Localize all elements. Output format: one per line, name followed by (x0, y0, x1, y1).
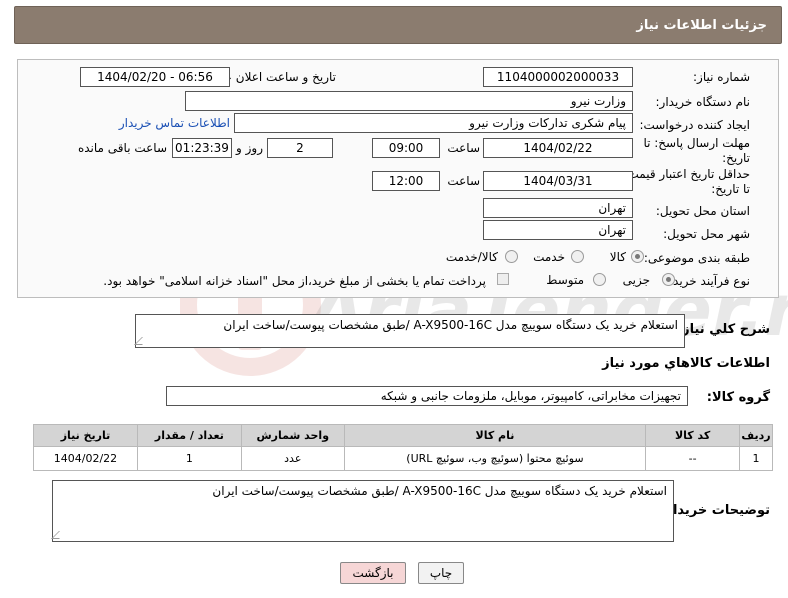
process-minor-label: جزیی (622, 273, 650, 287)
remaining-time-label: ساعت باقی مانده (77, 141, 167, 155)
buyer-org-field: وزارت نیرو (185, 91, 633, 111)
page-title: جزئیات اطلاعات نیاز (636, 18, 767, 33)
province-label: استان محل تحویل: (655, 204, 750, 218)
page-header: جزئیات اطلاعات نیاز (14, 6, 782, 44)
validity-date-field: 1404/03/31 (483, 171, 633, 191)
process-type-label: نوع فرآیند خرید : (665, 274, 750, 288)
col-header-row-number: ردیف (739, 424, 773, 447)
need-number-label: شماره نیاز: (693, 70, 750, 84)
validity-time-field: 12:00 (372, 171, 440, 191)
buyer-notes-textarea: استعلام خرید یک دستگاه سوییچ مدل A-X9500… (51, 480, 674, 542)
city-label: شهر محل تحویل: (663, 227, 750, 241)
category-goods-label: کالا (609, 250, 626, 264)
resize-grip-icon[interactable] (51, 531, 67, 539)
cell-goods-code: -- (645, 446, 741, 471)
category-label: طبقه بندی موضوعی: (643, 251, 750, 265)
cell-unit: عدد (240, 446, 345, 471)
buyer-contact-link[interactable]: اطلاعات تماس خریدار (119, 116, 230, 130)
province-field: تهران (483, 198, 633, 218)
col-header-goods-code: کد کالا (645, 424, 741, 447)
process-medium-radio[interactable] (593, 273, 606, 286)
days-remaining-field: 2 (267, 138, 333, 158)
requester-label: ایجاد کننده درخواست: (639, 118, 750, 132)
resize-grip-icon[interactable] (134, 337, 150, 345)
col-header-unit: واحد شمارش (240, 424, 345, 447)
treasury-payment-checkbox[interactable] (497, 273, 509, 285)
buyer-notes-label: توضیحات خریدار: (660, 503, 770, 518)
process-minor-radio[interactable] (662, 273, 675, 286)
reply-deadline-label: مهلت ارسال پاسخ: تا تاریخ: (643, 136, 750, 165)
summary-text: استعلام خرید یک دستگاه سوییچ مدل A-X9500… (223, 318, 678, 332)
treasury-payment-note: پرداخت تمام یا بخشی از مبلغ خرید،از محل … (103, 274, 486, 288)
reply-date-field: 1404/02/22 (483, 138, 633, 158)
goods-table: ردیف کد کالا نام کالا واحد شمارش تعداد /… (33, 424, 773, 471)
process-medium-label: متوسط (546, 273, 584, 287)
reply-time-label: ساعت (447, 141, 480, 155)
summary-textarea: استعلام خرید یک دستگاه سوییچ مدل A-X9500… (134, 314, 685, 348)
col-header-need-date: تاریخ نیاز (33, 424, 138, 447)
requester-field: پیام شکری تدارکات وزارت نیرو (234, 113, 633, 133)
cell-row-number: 1 (739, 446, 773, 471)
announce-datetime-field: 1404/02/20 - 06:56 (80, 67, 230, 87)
goods-section-title: اطلاعات کالاهاي مورد نياز (602, 356, 770, 371)
need-number-field: 1104000002000033 (483, 67, 633, 87)
category-service-radio[interactable] (571, 250, 584, 263)
goods-group-label: گروه کالا: (706, 390, 770, 405)
table-row: 1 -- سوئیچ محتوا (سوئیچ وب، سوئیچ URL) ع… (33, 446, 773, 471)
cell-goods-name: سوئیچ محتوا (سوئیچ وب، سوئیچ URL) (343, 446, 647, 471)
category-goods-service-radio[interactable] (505, 250, 518, 263)
cell-need-date: 1404/02/22 (33, 446, 138, 471)
buyer-org-label: نام دستگاه خریدار: (655, 95, 751, 109)
summary-label: شرح کلي نياز: (676, 322, 770, 337)
print-button[interactable]: چاپ (418, 562, 464, 584)
goods-group-field: تجهیزات مخابراتی، کامپیوتر، موبایل، ملزو… (166, 386, 688, 406)
validity-time-label: ساعت (447, 174, 480, 188)
price-validity-label: حداقل تاریخ اعتبار قیمت: تا تاریخ: (623, 167, 750, 196)
days-label: روز و (236, 141, 263, 155)
cell-quantity: 1 (136, 446, 242, 471)
table-header-row: ردیف کد کالا نام کالا واحد شمارش تعداد /… (33, 424, 773, 447)
buyer-notes-text: استعلام خرید یک دستگاه سوییچ مدل A-X9500… (212, 484, 667, 498)
category-goods-radio[interactable] (631, 250, 644, 263)
remaining-time-field: 01:23:39 (172, 138, 232, 158)
reply-time-field: 09:00 (372, 138, 440, 158)
category-service-label: خدمت (533, 250, 565, 264)
col-header-quantity: تعداد / مقدار (136, 424, 242, 447)
city-field: تهران (483, 220, 633, 240)
category-goods-service-label: کالا/خدمت (445, 250, 498, 264)
col-header-goods-name: نام کالا (343, 424, 647, 447)
back-button[interactable]: بازگشت (340, 562, 406, 584)
